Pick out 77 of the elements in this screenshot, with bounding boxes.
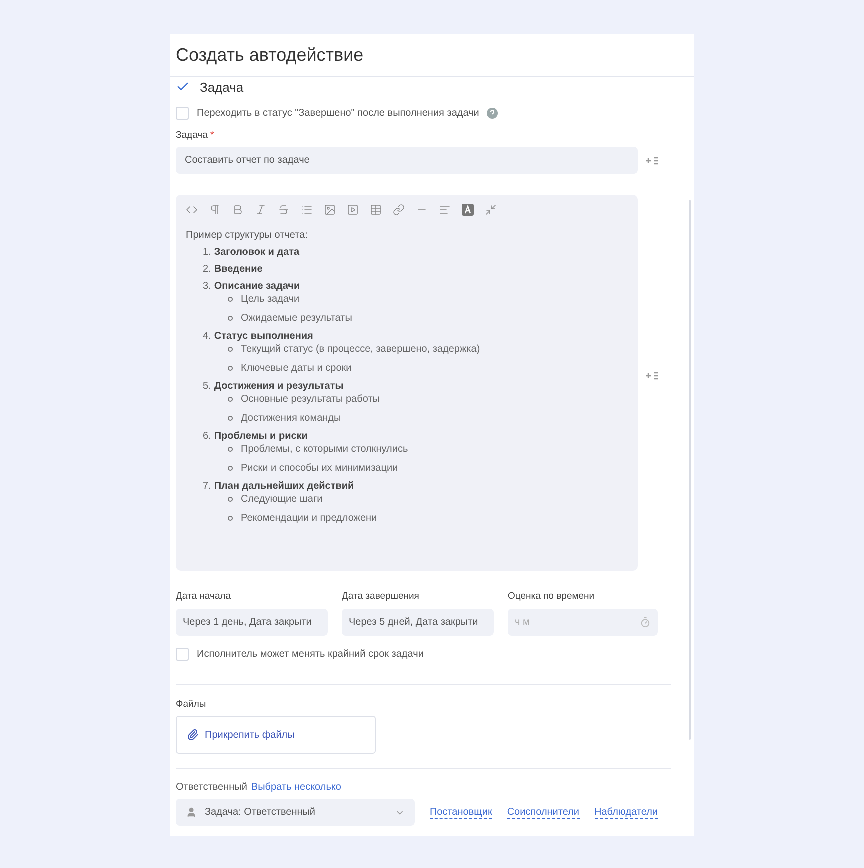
list-item-text: Ожидаемые результаты (241, 312, 352, 324)
list-number: 6. (203, 431, 212, 442)
link-icon[interactable] (393, 204, 405, 216)
help-icon[interactable] (487, 108, 498, 119)
user-icon (186, 807, 197, 818)
list-item-title: Описание задачи (214, 281, 300, 292)
section-title: Задача (200, 80, 244, 94)
list-number: 5. (203, 381, 212, 392)
collapse-icon[interactable] (485, 204, 497, 216)
bullet-icon (228, 516, 233, 520)
insert-variable-icon[interactable] (646, 372, 658, 380)
strikethrough-icon[interactable] (278, 204, 290, 216)
list-item-title: Введение (214, 264, 263, 275)
video-icon[interactable] (347, 204, 359, 216)
attach-files-button[interactable]: Прикрепить файлы (176, 716, 376, 754)
align-left-icon[interactable] (439, 204, 451, 216)
italic-icon[interactable] (255, 204, 267, 216)
timer-icon (640, 617, 651, 628)
list-number: 3. (203, 281, 212, 292)
bold-icon[interactable] (232, 204, 244, 216)
list-item-text: Следующие шаги (241, 494, 323, 504)
list-number: 7. (203, 481, 212, 492)
table-icon[interactable] (370, 204, 382, 216)
list-item-text: Достижения команды (241, 412, 342, 424)
list-item-title: Заголовок и дата (214, 247, 300, 258)
bullet-icon (228, 346, 233, 352)
image-icon[interactable] (324, 204, 336, 216)
checkbox[interactable] (176, 107, 189, 120)
list-item-title: Проблемы и риски (214, 431, 308, 442)
list-item-title: Достижения и результаты (214, 381, 344, 392)
bullet-icon (228, 466, 233, 470)
list-item-title: План дальнейших действий (214, 481, 354, 492)
field-label: Задача (176, 130, 208, 141)
paragraph-icon[interactable] (209, 204, 221, 216)
rich-text-editor[interactable] (176, 195, 638, 571)
list-item-title: Статус выполнения (214, 331, 314, 342)
date-field[interactable]: Через 1 день, Дата закрыти (176, 609, 328, 636)
code-icon[interactable] (186, 204, 198, 216)
list-number: 2. (203, 264, 212, 275)
list-number: 4. (203, 331, 212, 342)
bullet-icon (228, 366, 233, 370)
list-item-text: Основные результаты работы (241, 394, 380, 404)
list-item-text: Текущий статус (в процессе, завершено, задержка) (241, 344, 480, 354)
role-link[interactable]: Соисполнители (507, 806, 580, 818)
editor-text: Пример структуры отчета: (186, 230, 309, 241)
text-color-icon[interactable] (462, 204, 474, 216)
list-item-text: Проблемы, с которыми столкнулись (241, 444, 408, 454)
responsible-select[interactable]: Задача: Ответственный (176, 799, 415, 826)
list-number: 1. (203, 247, 212, 258)
list-item-text: Рекомендации и предложени (241, 512, 378, 524)
role-link[interactable]: Постановщик (430, 806, 492, 818)
field-label: Дата завершения (342, 591, 420, 602)
required-mark: * (210, 130, 214, 141)
checkbox-label: Исполнитель может менять крайний срок задачи (197, 649, 424, 660)
date-field[interactable]: Через 5 дней, Дата закрыти (342, 609, 494, 636)
list-item-text: Риски и способы их минимизации (241, 462, 398, 474)
bullet-icon (228, 416, 233, 420)
list-item-text: Цель задачи (241, 294, 300, 304)
bullet-icon (228, 496, 233, 502)
bullet-icon (228, 296, 233, 302)
checkbox-label: Переходить в статус "Завершено" после выполнения задачи (197, 108, 480, 119)
insert-variable-icon[interactable] (646, 156, 658, 164)
select-multiple-link[interactable]: Выбрать несколько (251, 782, 342, 793)
dialog-title: Создать автодействие (176, 44, 364, 66)
role-link[interactable]: Наблюдатели (594, 806, 658, 818)
checkbox[interactable] (176, 648, 189, 661)
field-label: Ответственный (176, 782, 248, 793)
field-label: Оценка по времени (508, 591, 596, 602)
list-item-text: Ключевые даты и сроки (241, 362, 352, 374)
scrollbar[interactable] (689, 200, 691, 740)
bullet-icon (228, 446, 233, 452)
section-label: Файлы (176, 699, 208, 710)
bullet-icon (228, 316, 233, 320)
task-name-field[interactable]: Составить отчет по задаче (176, 147, 638, 174)
field-label: Дата начала (176, 591, 232, 602)
bullet-icon (228, 396, 233, 402)
paperclip-icon (187, 729, 199, 741)
